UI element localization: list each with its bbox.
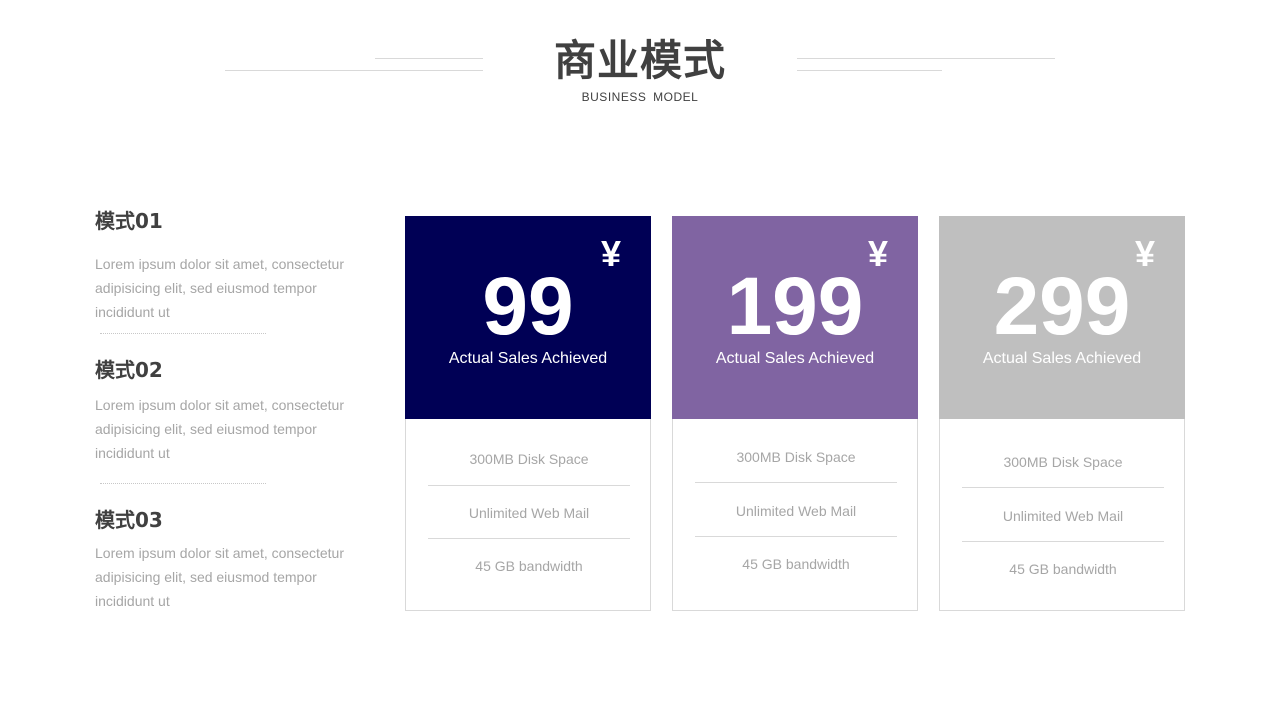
mode-divider (100, 483, 266, 484)
feature-item: Unlimited Web Mail (468, 505, 590, 521)
price-value: 299 (993, 261, 1131, 352)
price-value: 199 (726, 261, 864, 352)
feature-item: Unlimited Web Mail (1002, 508, 1124, 524)
feature-item: 45 GB bandwidth (475, 558, 583, 574)
pricing-card-features: 300MB Disk Space Unlimited Web Mail 45 G… (405, 419, 651, 611)
feature-divider (962, 541, 1164, 542)
pricing-card-2: 199 ¥ Actual Sales Achieved 300MB Disk S… (672, 216, 918, 611)
mode-description: Lorem ipsum dolor sit amet, consectetur … (95, 545, 344, 609)
feature-item: 45 GB bandwidth (742, 556, 850, 572)
pricing-card-features: 300MB Disk Space Unlimited Web Mail 45 G… (672, 419, 918, 611)
mode-description: Lorem ipsum dolor sit amet, consectetur … (95, 256, 344, 320)
feature-item: Unlimited Web Mail (735, 503, 857, 519)
feature-divider (695, 482, 897, 483)
mode-description: Lorem ipsum dolor sit amet, consectetur … (95, 397, 344, 461)
mode-title: 模式03 (95, 508, 163, 532)
mode-item-02: 模式02 Lorem ipsum dolor sit amet, consect… (95, 357, 365, 465)
mode-item-01: 模式01 Lorem ipsum dolor sit amet, consect… (95, 208, 365, 324)
price-value: 99 (482, 261, 574, 352)
feature-divider (695, 536, 897, 537)
price-caption: Actual Sales Achieved (982, 350, 1142, 367)
page-subtitle: BUSINESS MODEL (581, 90, 699, 104)
pricing-card-features: 300MB Disk Space Unlimited Web Mail 45 G… (939, 419, 1185, 611)
mode-divider (100, 333, 266, 334)
mode-title: 模式01 (95, 209, 163, 233)
yen-icon: ¥ (1135, 233, 1156, 274)
price-caption: Actual Sales Achieved (715, 350, 875, 367)
feature-item: 300MB Disk Space (469, 451, 589, 467)
pricing-card-header: 199 ¥ Actual Sales Achieved (672, 216, 918, 419)
pricing-card-1: 99 ¥ Actual Sales Achieved 300MB Disk Sp… (405, 216, 651, 611)
price-caption: Actual Sales Achieved (448, 350, 608, 367)
yen-icon: ¥ (601, 233, 622, 274)
feature-divider (428, 538, 630, 539)
feature-divider (428, 485, 630, 486)
page-title: 商业模式 (553, 36, 726, 85)
pricing-card-header: 299 ¥ Actual Sales Achieved (939, 216, 1185, 419)
feature-item: 45 GB bandwidth (1009, 561, 1117, 577)
mode-item-03: 模式03 Lorem ipsum dolor sit amet, consect… (95, 507, 365, 613)
mode-title: 模式02 (95, 358, 163, 382)
feature-item: 300MB Disk Space (1003, 454, 1123, 470)
yen-icon: ¥ (868, 233, 889, 274)
slide: 商业模式 BUSINESS MODEL 模式01 Lorem ipsum dol… (0, 0, 1280, 720)
feature-divider (962, 487, 1164, 488)
pricing-card-header: 99 ¥ Actual Sales Achieved (405, 216, 651, 419)
pricing-card-3: 299 ¥ Actual Sales Achieved 300MB Disk S… (939, 216, 1185, 611)
feature-item: 300MB Disk Space (736, 449, 856, 465)
